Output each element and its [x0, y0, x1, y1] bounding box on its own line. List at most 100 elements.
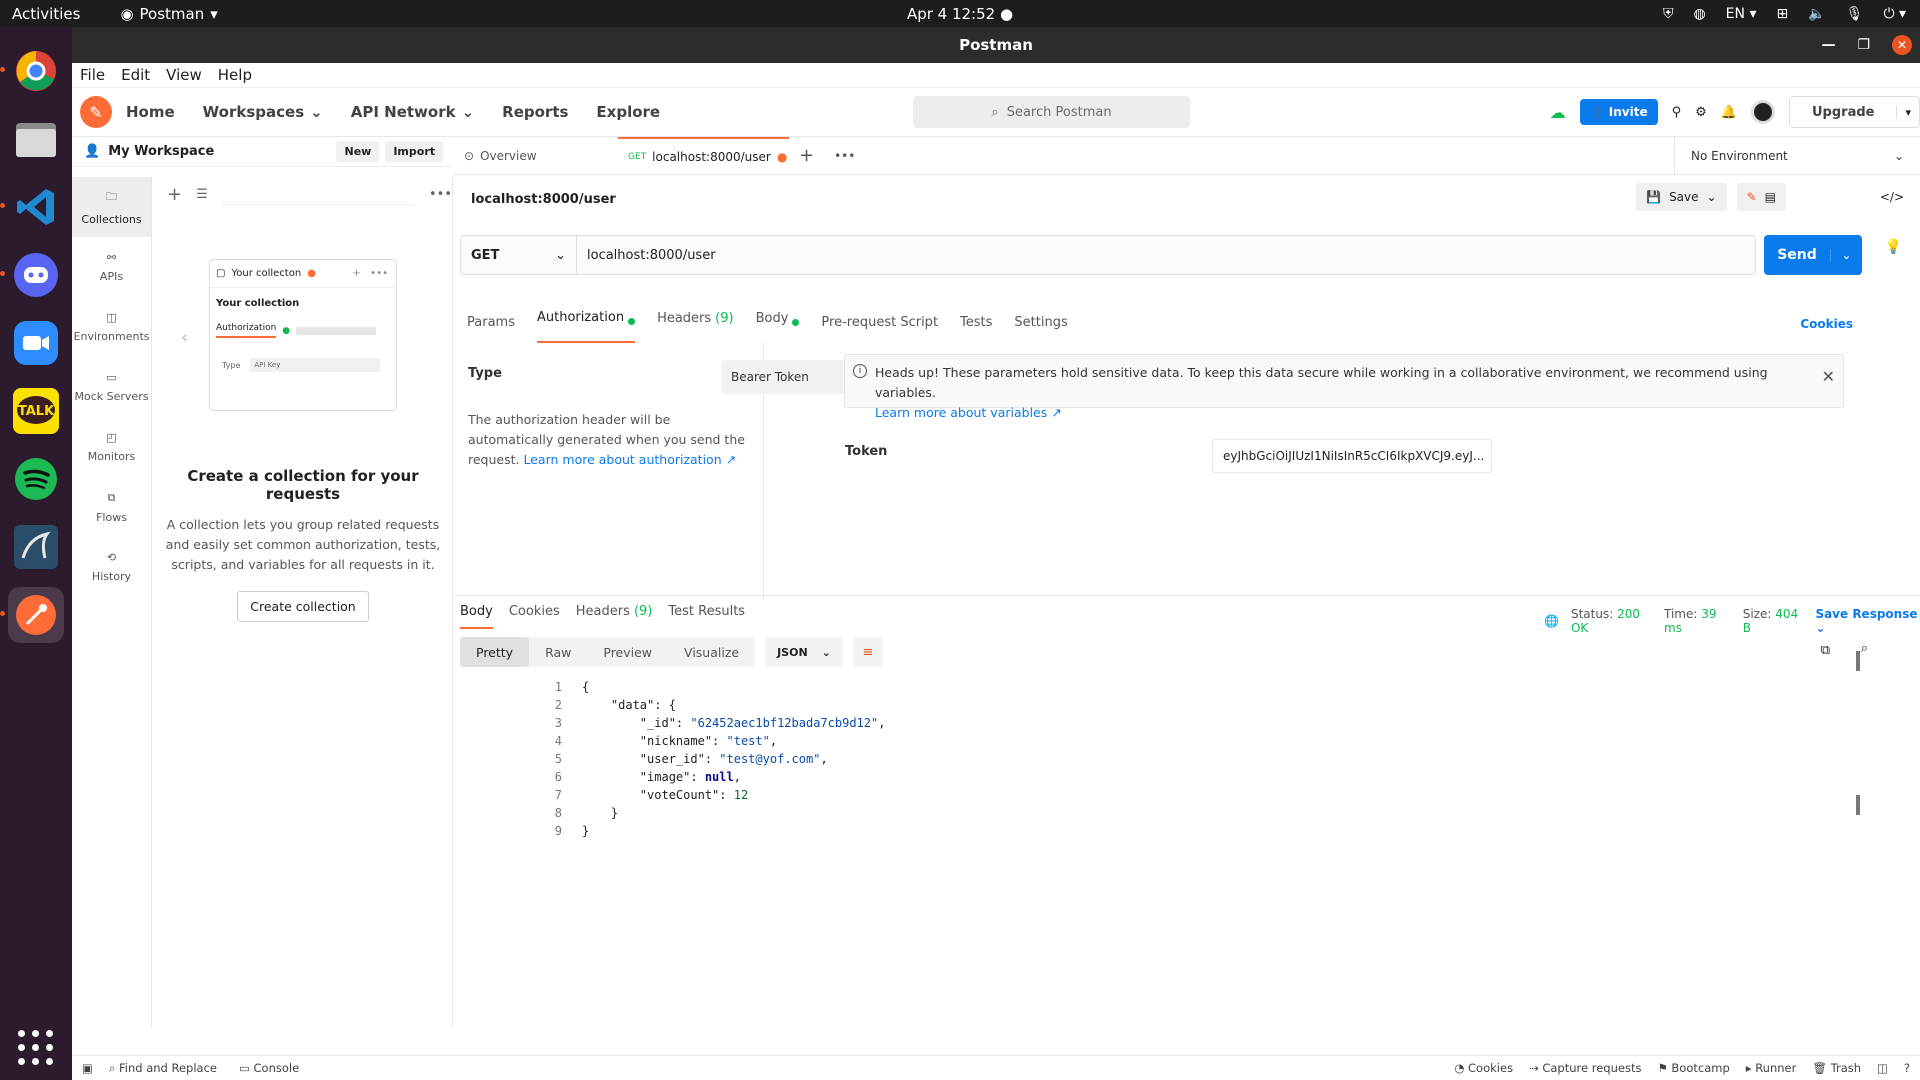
res-tab-body[interactable]: Body	[460, 604, 493, 629]
copy-icon[interactable]: ⧉	[1821, 643, 1830, 658]
mysql-workbench-launcher[interactable]	[8, 519, 64, 575]
capture-requests-button[interactable]: ⇢ Capture requests	[1529, 1061, 1641, 1075]
chevron-down-icon[interactable]: ▾	[1896, 105, 1919, 119]
url-input[interactable]: localhost:8000/user	[577, 248, 716, 263]
trash-button[interactable]: 🗑 Trash	[1812, 1061, 1861, 1075]
tab-params[interactable]: Params	[467, 310, 515, 343]
lightbulb-icon[interactable]: 💡	[1885, 239, 1902, 255]
tab-overview[interactable]: ⊙ Overview	[454, 137, 618, 175]
language-indicator[interactable]: EN ▾	[1726, 6, 1757, 22]
sidebar-item-collections[interactable]: 🗀 Collections	[72, 177, 151, 237]
power-icon[interactable]: ⏻ ▾	[1883, 6, 1906, 22]
system-tray[interactable]: ⛨ ◍ EN ▾ ⊞ 🔈 🎙 ⏻ ▾	[1663, 0, 1906, 27]
find-replace-button[interactable]: ⌕ Find and Replace	[109, 1061, 217, 1076]
show-applications-button[interactable]	[18, 1030, 54, 1066]
edit-doc-toggle[interactable]: ✎ ▤	[1736, 183, 1786, 211]
save-button[interactable]: 💾 Save ⌄	[1636, 183, 1727, 211]
view-preview[interactable]: Preview	[587, 637, 668, 667]
scrollbar-thumb-lower[interactable]	[1856, 795, 1860, 815]
satellite-icon[interactable]: ⚲	[1672, 105, 1682, 120]
request-title[interactable]: localhost:8000/user	[471, 192, 616, 207]
minimize-icon[interactable]: —	[1821, 37, 1835, 53]
new-tab-button[interactable]: +	[789, 137, 824, 175]
token-input[interactable]: eyJhbGciOiJIUzI1NiIsInR5cCI6IkpXVCJ9.eyJ…	[1212, 439, 1492, 473]
settings-gear-icon[interactable]: ⚙	[1695, 105, 1707, 120]
bootcamp-button[interactable]: ⚑ Bootcamp	[1657, 1061, 1729, 1075]
network-icon[interactable]: ⊞	[1776, 6, 1788, 22]
sidebar-item-monitors[interactable]: ◰ Monitors	[72, 417, 151, 477]
tab-settings[interactable]: Settings	[1014, 310, 1067, 343]
menu-view[interactable]: View	[166, 66, 202, 84]
nav-workspaces[interactable]: Workspaces ⌄	[203, 103, 323, 121]
tab-authorization[interactable]: Authorization	[536, 310, 636, 343]
wrap-lines-icon[interactable]: ≡	[852, 637, 883, 667]
search-input[interactable]: ⌕ Search Postman	[913, 96, 1190, 128]
invite-button[interactable]: 👤 Invite	[1579, 99, 1658, 125]
environment-selector[interactable]: No Environment ⌄ 👁	[1674, 137, 1920, 175]
tab-request-active[interactable]: GET localhost:8000/user ●	[618, 136, 789, 175]
window-titlebar[interactable]: Postman — ❐ ✕	[72, 27, 1920, 63]
discord-tray-icon[interactable]: ◍	[1693, 6, 1705, 22]
nav-home[interactable]: Home	[126, 103, 175, 121]
chevron-down-icon[interactable]: ⌄	[1707, 190, 1717, 204]
microphone-icon[interactable]: 🎙	[1846, 6, 1864, 22]
globe-icon[interactable]: 🌐	[1544, 614, 1559, 628]
sidebar-item-apis[interactable]: ⚯ APIs	[72, 237, 151, 297]
chrome-launcher[interactable]	[0, 43, 64, 99]
import-button[interactable]: Import	[385, 141, 443, 162]
workspace-name[interactable]: My Workspace	[108, 144, 214, 159]
more-options-icon[interactable]: •••	[429, 187, 452, 202]
code-snippet-icon[interactable]: </>	[1880, 190, 1904, 204]
add-icon[interactable]: +	[167, 184, 182, 205]
clock[interactable]: Apr 4 12:52 ●	[0, 5, 1920, 23]
console-button[interactable]: ▭ Console	[239, 1061, 299, 1076]
volume-icon[interactable]: 🔈	[1808, 6, 1825, 22]
menu-file[interactable]: File	[80, 66, 105, 84]
sidebar-item-history[interactable]: ⟲ History	[72, 537, 151, 597]
filter-icon[interactable]: ☰	[196, 187, 208, 202]
tab-headers[interactable]: Headers (9)	[657, 310, 734, 343]
cookies-link[interactable]: Cookies	[1800, 317, 1853, 331]
cookies-button[interactable]: ◔ Cookies	[1454, 1061, 1513, 1075]
sidebar-item-environments[interactable]: ◫ Environments	[72, 297, 151, 357]
runner-button[interactable]: ▸ Runner	[1746, 1061, 1797, 1075]
postman-logo-icon[interactable]: ✎	[80, 96, 112, 128]
view-raw[interactable]: Raw	[529, 637, 587, 667]
discord-launcher[interactable]	[0, 247, 64, 303]
response-divider[interactable]	[454, 595, 1920, 596]
shield-icon[interactable]: ⛨	[1663, 6, 1674, 22]
sidebar-item-mock-servers[interactable]: ▭ Mock Servers	[72, 357, 151, 417]
res-tab-test-results[interactable]: Test Results	[668, 604, 745, 629]
notifications-bell-icon[interactable]: 🔔	[1721, 105, 1737, 120]
nav-reports[interactable]: Reports	[502, 103, 568, 121]
view-visualize[interactable]: Visualize	[668, 637, 755, 667]
learn-variables-link[interactable]: Learn more about variables ↗	[875, 405, 1062, 420]
nav-api-network[interactable]: API Network ⌄	[351, 103, 474, 121]
format-select[interactable]: JSON ⌄	[765, 637, 843, 667]
method-select[interactable]: GET ⌄	[461, 236, 577, 274]
help-icon[interactable]: ?	[1904, 1061, 1910, 1075]
zoom-launcher[interactable]	[8, 315, 64, 371]
sidebar-item-flows[interactable]: ⧉ Flows	[72, 477, 151, 537]
res-tab-cookies[interactable]: Cookies	[509, 604, 560, 629]
menu-help[interactable]: Help	[218, 66, 252, 84]
chevron-down-icon[interactable]: ⌄	[1830, 248, 1862, 262]
sidebar-toggle-icon[interactable]: ▣	[82, 1061, 93, 1075]
res-tab-headers[interactable]: Headers (9)	[576, 604, 653, 629]
new-button[interactable]: New	[336, 141, 380, 162]
maximize-icon[interactable]: ❐	[1857, 37, 1870, 53]
size-meta[interactable]: Size: 404 B	[1743, 607, 1804, 635]
tab-body[interactable]: Body	[756, 310, 800, 343]
unsaved-dot-icon[interactable]: ●	[777, 150, 787, 164]
learn-auth-link[interactable]: Learn more about authorization ↗	[523, 452, 736, 467]
create-collection-button[interactable]: Create collection	[237, 591, 369, 622]
scrollbar-thumb[interactable]	[1856, 651, 1860, 671]
view-pretty[interactable]: Pretty	[460, 637, 530, 667]
send-button[interactable]: Send ⌄	[1764, 235, 1862, 275]
upgrade-button[interactable]: Upgrade ▾	[1788, 96, 1920, 128]
time-meta[interactable]: Time: 39 ms	[1664, 607, 1731, 635]
close-icon[interactable]: ✕	[1822, 367, 1835, 387]
vscode-launcher[interactable]	[0, 179, 64, 235]
nav-explore[interactable]: Explore	[596, 103, 660, 121]
postman-launcher[interactable]	[0, 587, 64, 643]
